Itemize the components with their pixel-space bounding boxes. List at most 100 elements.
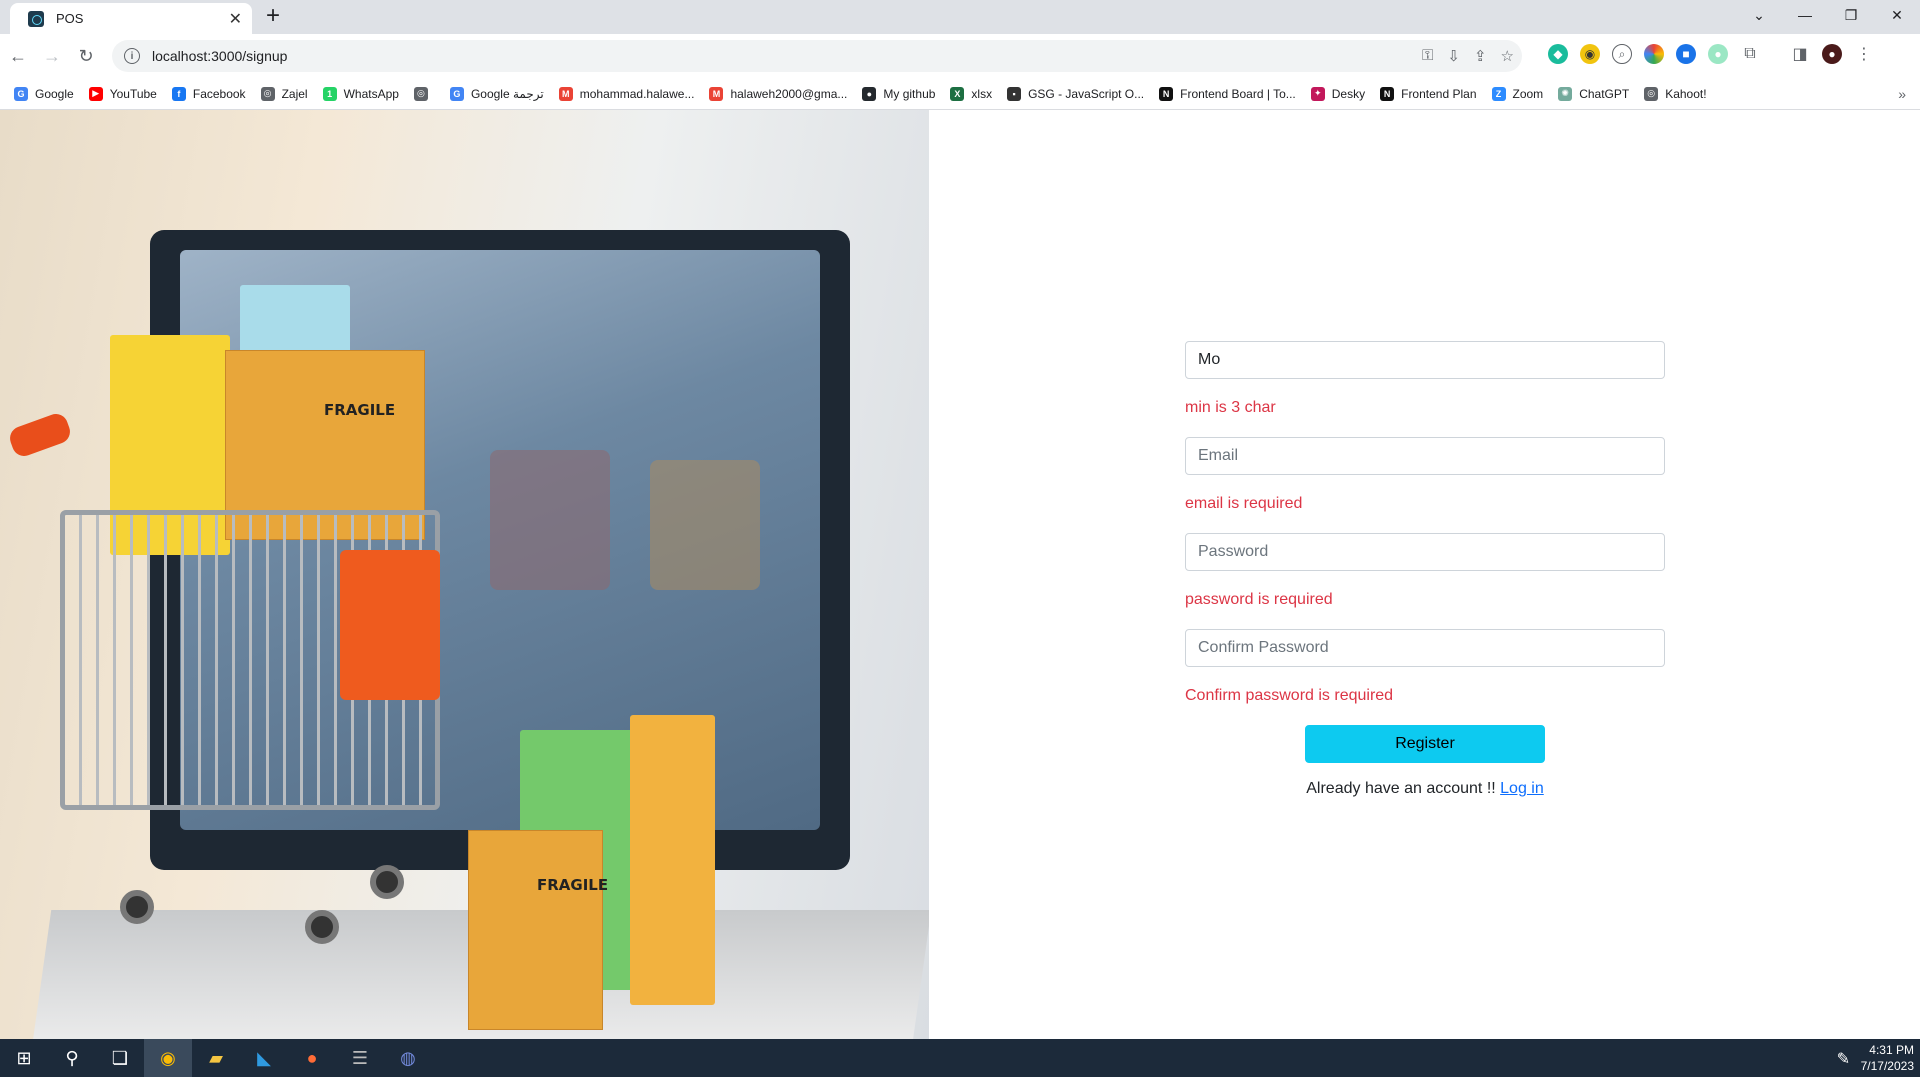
bookmark-label: Google ترجمة	[470, 86, 544, 101]
bookmark-favicon-icon: N	[1159, 86, 1174, 101]
bookmark-label: YouTube	[109, 86, 157, 101]
screen-content-picture	[490, 450, 610, 590]
windows-taskbar: ⊞ ⚲ ❏ ◉ ▰ ◣ ● ☰ ◍ ✎ 4:31 PM 7/17/2023	[0, 1039, 1920, 1077]
bookmark-item[interactable]: ✺ ChatGPT	[1558, 86, 1630, 101]
bookmark-item[interactable]: ◎ Zajel	[260, 86, 308, 101]
password-input[interactable]	[1185, 533, 1665, 571]
bookmark-item[interactable]: ◎	[413, 86, 435, 101]
browser-toolbar: ← → ↻ i localhost:3000/signup ⚿ ⇩ ⇪ ☆ ◆ …	[0, 34, 1920, 78]
chrome-icon[interactable]: ◉	[144, 1039, 192, 1077]
username-input[interactable]	[1185, 341, 1665, 379]
shield-extension-icon[interactable]: ◆	[1548, 44, 1568, 64]
fragile-box-small-picture: FRAGILE	[468, 830, 608, 1030]
bookmark-item[interactable]: ▪ GSG - JavaScript O...	[1007, 86, 1145, 101]
close-tab-icon[interactable]: ✕	[229, 9, 242, 29]
bookmark-favicon-icon: ◎	[260, 86, 275, 101]
blue-extension-icon[interactable]: ■	[1676, 44, 1696, 64]
bookmark-item[interactable]: ✦ Desky	[1310, 86, 1365, 101]
task-view-icon[interactable]: ❏	[96, 1039, 144, 1077]
vscode-icon[interactable]: ◣	[240, 1039, 288, 1077]
bookmark-item[interactable]: N Frontend Board | To...	[1159, 86, 1296, 101]
bookmark-label: WhatsApp	[343, 86, 399, 101]
windows-start-icon[interactable]: ⊞	[0, 1039, 48, 1077]
confirm-password-input[interactable]	[1185, 629, 1665, 667]
cart-handle-picture	[6, 410, 74, 460]
profile-avatar[interactable]: ●	[1822, 44, 1842, 64]
forward-arrow-icon[interactable]: →	[36, 40, 68, 72]
bookmark-favicon-icon: M	[709, 86, 724, 101]
bookmark-label: GSG - JavaScript O...	[1028, 86, 1145, 101]
magnifier-extension-icon[interactable]: ⌕	[1612, 44, 1632, 64]
bookmarks-bar: G Google ▶ YouTube f Facebook ◎ Zajel 1 WhatsApp ◎…	[0, 78, 1920, 110]
bookmark-favicon-icon: G	[449, 86, 464, 101]
screen-content-picture	[650, 460, 760, 590]
bookmark-label: Frontend Plan	[1401, 86, 1477, 101]
pen-icon[interactable]: ✎	[1837, 1049, 1850, 1069]
install-icon[interactable]: ⇩	[1447, 47, 1460, 65]
fragile-label: FRAGILE	[324, 401, 396, 419]
address-bar[interactable]: i localhost:3000/signup ⚿ ⇩ ⇪ ☆	[112, 40, 1522, 72]
bookmark-favicon-icon: Z	[1491, 86, 1506, 101]
restore-button[interactable]: ❐	[1828, 0, 1874, 30]
bookmark-label: Zoom	[1512, 86, 1544, 101]
minimize-button[interactable]: —	[1782, 0, 1828, 30]
register-button[interactable]: Register	[1305, 725, 1545, 763]
database-icon[interactable]: ☰	[336, 1039, 384, 1077]
puzzle-extensions-icon[interactable]: ⧉	[1740, 44, 1760, 64]
postman-icon[interactable]: ●	[288, 1039, 336, 1077]
search-icon[interactable]: ⚲	[48, 1039, 96, 1077]
bookmark-item[interactable]: f Facebook	[171, 86, 246, 101]
bookmark-label: Kahoot!	[1665, 86, 1707, 101]
bookmark-item[interactable]: Mhalaweh2000@gma...	[709, 86, 847, 101]
confirm-password-error: Confirm password is required	[1185, 687, 1394, 704]
tab-search-icon[interactable]: ⌄	[1736, 0, 1782, 30]
bookmark-label: xlsx	[971, 86, 993, 101]
bookmark-label: Frontend Board | To...	[1180, 86, 1296, 101]
bookmark-label: mohammad.halawe...	[579, 86, 695, 101]
bookmark-item[interactable]: N Frontend Plan	[1380, 86, 1477, 101]
site-info-icon[interactable]: i	[124, 48, 140, 64]
bookmark-item[interactable]: Z Zoom	[1491, 86, 1544, 101]
menu-dots-icon[interactable]: ⋮	[1854, 44, 1874, 64]
bookmark-favicon-icon: G	[14, 86, 28, 101]
bookmark-favicon-icon: f	[171, 86, 186, 101]
color-extension-icon[interactable]	[1644, 44, 1664, 64]
email-input[interactable]	[1185, 437, 1665, 475]
bookmark-item[interactable]: Xxlsx	[950, 86, 993, 101]
bookmark-item[interactable]: ▶ YouTube	[88, 86, 157, 101]
bookmark-label: Zajel	[281, 86, 308, 101]
coin-extension-icon[interactable]: ◉	[1580, 44, 1600, 64]
bookmark-item[interactable]: ● My github	[862, 86, 935, 101]
bookmark-favicon-icon: ✺	[1558, 86, 1573, 101]
reload-icon[interactable]: ↻	[70, 40, 102, 72]
login-link[interactable]: Log in	[1500, 780, 1544, 797]
bookmark-favicon-icon: ◎	[413, 86, 428, 101]
back-arrow-icon[interactable]: ←	[2, 40, 34, 72]
key-icon[interactable]: ⚿	[1422, 47, 1433, 65]
url-text[interactable]: localhost:3000/signup	[152, 48, 287, 64]
signup-form: min is 3 char email is required password…	[1185, 341, 1665, 798]
bookmark-item[interactable]: Mmohammad.halawe...	[558, 86, 695, 101]
new-tab-button[interactable]: +	[266, 4, 280, 28]
star-icon[interactable]: ☆	[1501, 47, 1514, 65]
discord-icon[interactable]: ◍	[384, 1039, 432, 1077]
bookmark-item[interactable]: G Google ترجمة	[449, 86, 544, 101]
bookmark-favicon-icon: X	[950, 86, 965, 101]
cart-wheel-picture	[120, 890, 154, 924]
cart-wheel-picture	[370, 865, 404, 899]
bookmark-item[interactable]: ◎ Kahoot!	[1644, 86, 1707, 101]
fragile-label: FRAGILE	[537, 876, 609, 894]
email-error: email is required	[1185, 495, 1303, 512]
close-window-button[interactable]: ✕	[1874, 0, 1920, 30]
cart-orange-block-picture	[340, 550, 440, 700]
browser-tab[interactable]: POS ✕	[10, 3, 252, 34]
bookmark-item[interactable]: 1 WhatsApp	[322, 86, 399, 101]
system-clock[interactable]: 4:31 PM 7/17/2023	[1861, 1042, 1914, 1074]
bookmark-item[interactable]: G Google	[14, 86, 74, 101]
bookmark-label: ChatGPT	[1579, 86, 1630, 101]
side-panel-icon[interactable]: ◨	[1790, 44, 1810, 64]
file-explorer-icon[interactable]: ▰	[192, 1039, 240, 1077]
more-bookmarks-icon[interactable]: »	[1898, 86, 1906, 102]
share-icon[interactable]: ⇪	[1474, 47, 1487, 65]
green-extension-icon[interactable]: ●	[1708, 44, 1728, 64]
